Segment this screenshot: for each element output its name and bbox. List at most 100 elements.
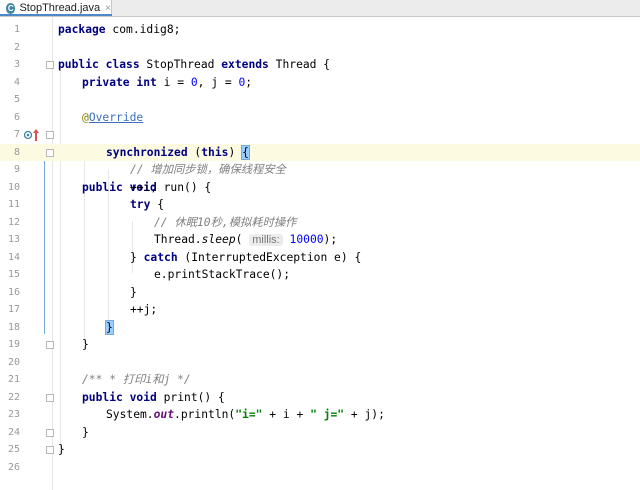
code-text: System. (106, 408, 154, 421)
fold-icon[interactable] (46, 61, 54, 69)
javadoc-comment: /** * 打印i和j */ (82, 373, 191, 386)
code-text: ); (323, 233, 338, 246)
code-line[interactable]: 11 try { (0, 196, 640, 214)
fold-icon[interactable] (46, 446, 54, 454)
string-literal: "i=" (235, 408, 263, 421)
code-text: ++j; (130, 303, 158, 316)
code-text: ) (228, 145, 243, 159)
line-number: 17 (7, 304, 20, 315)
code-line[interactable]: 5 (0, 91, 640, 109)
code-line[interactable]: 15 e.printStackTrace(); (0, 266, 640, 284)
code-text: } (130, 250, 144, 264)
active-tab-indicator (0, 14, 112, 16)
fold-icon[interactable] (46, 131, 54, 139)
line-number: 10 (7, 181, 20, 193)
code-text: , j = (197, 75, 239, 89)
line-number: 15 (7, 269, 20, 280)
code-text: } (58, 443, 65, 456)
code-line[interactable]: 1 package com.idig8; (0, 21, 640, 39)
line-number: 8 (13, 146, 20, 158)
line-number: 12 (7, 216, 20, 228)
code-text: ( (187, 145, 202, 159)
code-text: com.idig8; (105, 23, 181, 36)
code-line[interactable]: 26 (0, 459, 640, 477)
code-text: e.printStackTrace(); (154, 268, 291, 281)
number-literal: 0 (190, 75, 198, 89)
keyword: public void (82, 390, 157, 404)
code-text: { (150, 198, 165, 211)
code-text: Thread. (154, 233, 202, 246)
code-line[interactable]: 7 public void run() { (0, 126, 640, 194)
line-number: 26 (7, 461, 20, 473)
code-text: i = (156, 75, 191, 89)
code-line[interactable]: 25} (0, 441, 640, 459)
code-editor[interactable]: 1 package com.idig8; 2 3 public class Stop… (0, 21, 640, 476)
code-text: print() { (156, 390, 225, 404)
code-text: (InterruptedException e) { (177, 250, 362, 264)
method-name: sleep (201, 233, 236, 246)
code-line[interactable]: 18} (0, 319, 640, 337)
fold-icon[interactable] (46, 148, 54, 157)
code-line-current[interactable]: 8 synchronized (this) { (0, 143, 640, 161)
code-line[interactable]: 9 // 增加同步锁，确保线程安全 (0, 161, 640, 179)
tab-label: StopThread.java (19, 2, 101, 14)
code-line[interactable]: 13 Thread.sleep( millis: 10000); (0, 231, 640, 249)
code-text: ++i; (130, 180, 158, 194)
matched-brace: { (241, 144, 250, 160)
line-number: 18 (7, 321, 20, 333)
fold-icon[interactable] (46, 341, 54, 349)
line-number: 9 (13, 164, 20, 175)
line-number: 21 (7, 374, 20, 385)
keyword: try (130, 198, 151, 211)
code-line[interactable]: 22 public void print() { (0, 389, 640, 407)
line-number: 13 (7, 234, 20, 245)
code-line[interactable]: 3 public class StopThread extends Thread … (0, 56, 640, 74)
line-number: 16 (7, 286, 20, 298)
line-number: 14 (7, 251, 20, 263)
code-line[interactable]: 12 // 休眠10秒,模拟耗时操作 (0, 214, 640, 232)
code-line[interactable]: 6 @Override (0, 109, 640, 127)
code-text: ( (235, 233, 250, 246)
keyword: extends (221, 58, 269, 71)
line-number: 23 (7, 409, 20, 420)
code-text: } (130, 285, 137, 299)
comment: // 增加同步锁，确保线程安全 (130, 163, 286, 176)
code-line[interactable]: 4 private int i = 0, j = 0; (0, 74, 640, 92)
fold-icon[interactable] (46, 393, 54, 402)
line-number: 20 (7, 356, 20, 368)
code-line[interactable]: 24} (0, 424, 640, 442)
annotation-name[interactable]: Override (89, 111, 143, 124)
annotation-at: @ (82, 110, 89, 124)
line-number: 19 (7, 339, 20, 350)
line-number: 11 (7, 199, 20, 210)
code-line[interactable]: 20 (0, 354, 640, 372)
keyword: this (201, 145, 229, 159)
code-text: Thread { (268, 58, 331, 71)
code-line[interactable]: 16} (0, 284, 640, 302)
code-text: StopThread (139, 58, 222, 71)
code-text: + i + (262, 408, 311, 421)
code-line[interactable]: 21 /** * 打印i和j */ (0, 371, 640, 389)
keyword: package (58, 23, 106, 36)
code-line[interactable]: 14} catch (InterruptedException e) { (0, 249, 640, 267)
line-number: 22 (7, 391, 20, 403)
comment: // 休眠10秒,模拟耗时操作 (154, 215, 297, 229)
string-literal: " j=" (310, 408, 345, 421)
code-line[interactable]: 2 (0, 39, 640, 57)
fold-icon[interactable] (46, 428, 54, 437)
line-number: 25 (7, 444, 20, 455)
number-literal: 10000 (282, 233, 324, 246)
close-icon[interactable]: × (105, 3, 111, 14)
code-line[interactable]: 17 ++j; (0, 301, 640, 319)
keyword: public class (58, 58, 140, 71)
code-line[interactable]: 10 ++i; (0, 179, 640, 197)
line-number: 1 (13, 24, 20, 35)
parameter-hint: millis: (249, 234, 283, 246)
code-text: + j); (344, 408, 385, 421)
code-text: } (82, 338, 89, 351)
code-line[interactable]: 23 System.out.println("i=" + i + " j=" + … (0, 406, 640, 424)
line-number: 3 (13, 59, 20, 70)
matched-brace: } (105, 319, 114, 335)
code-line[interactable]: 19} (0, 336, 640, 354)
line-number: 4 (13, 76, 20, 88)
